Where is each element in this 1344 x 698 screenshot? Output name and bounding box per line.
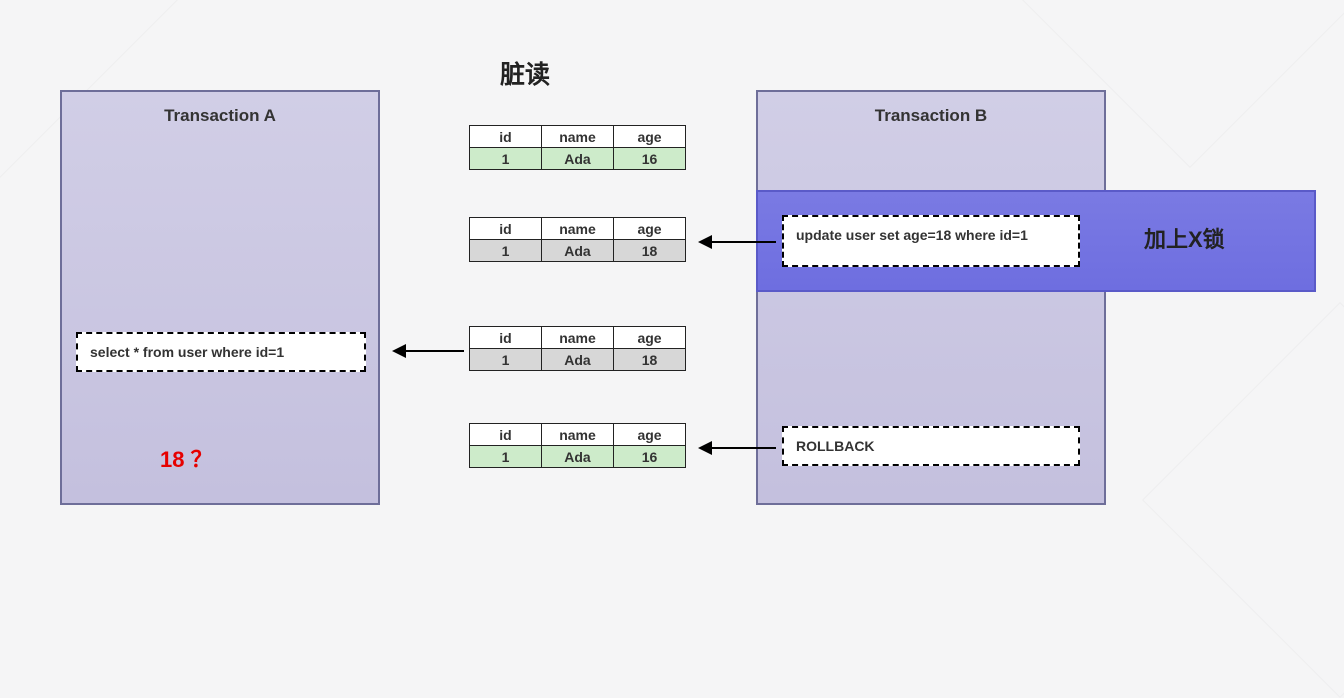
cell-age: 18 xyxy=(614,240,686,262)
col-name: name xyxy=(542,327,614,349)
cell-name: Ada xyxy=(542,240,614,262)
col-age: age xyxy=(614,126,686,148)
cell-id: 1 xyxy=(470,349,542,371)
col-name: name xyxy=(542,126,614,148)
data-table-1: idnameage 1Ada18 xyxy=(469,217,686,262)
col-id: id xyxy=(470,424,542,446)
col-id: id xyxy=(470,126,542,148)
col-name: name xyxy=(542,218,614,240)
arrow-2 xyxy=(700,447,776,449)
cell-id: 1 xyxy=(470,446,542,468)
col-age: age xyxy=(614,424,686,446)
rollback-box: ROLLBACK xyxy=(782,426,1080,466)
cell-name: Ada xyxy=(542,446,614,468)
cell-id: 1 xyxy=(470,148,542,170)
cell-id: 1 xyxy=(470,240,542,262)
cell-name: Ada xyxy=(542,349,614,371)
cell-age: 16 xyxy=(614,446,686,468)
arrow-1 xyxy=(700,241,776,243)
data-table-0: idnameage 1Ada16 xyxy=(469,125,686,170)
col-name: name xyxy=(542,424,614,446)
cell-age: 18 xyxy=(614,349,686,371)
update-sql-box: update user set age=18 where id=1 xyxy=(782,215,1080,267)
result-question: 18 ？ xyxy=(160,442,213,474)
data-table-2: idnameage 1Ada18 xyxy=(469,326,686,371)
col-id: id xyxy=(470,218,542,240)
diagram-title: 脏读 xyxy=(500,55,550,91)
transaction-a-title: Transaction A xyxy=(62,92,378,126)
col-age: age xyxy=(614,327,686,349)
transaction-b-title: Transaction B xyxy=(758,92,1104,126)
cell-age: 16 xyxy=(614,148,686,170)
data-table-3: idnameage 1Ada16 xyxy=(469,423,686,468)
lock-label: 加上X锁 xyxy=(1144,222,1225,254)
select-sql-box: select * from user where id=1 xyxy=(76,332,366,372)
col-id: id xyxy=(470,327,542,349)
cell-name: Ada xyxy=(542,148,614,170)
arrow-0 xyxy=(394,350,464,352)
transaction-a-box: Transaction A xyxy=(60,90,380,505)
col-age: age xyxy=(614,218,686,240)
